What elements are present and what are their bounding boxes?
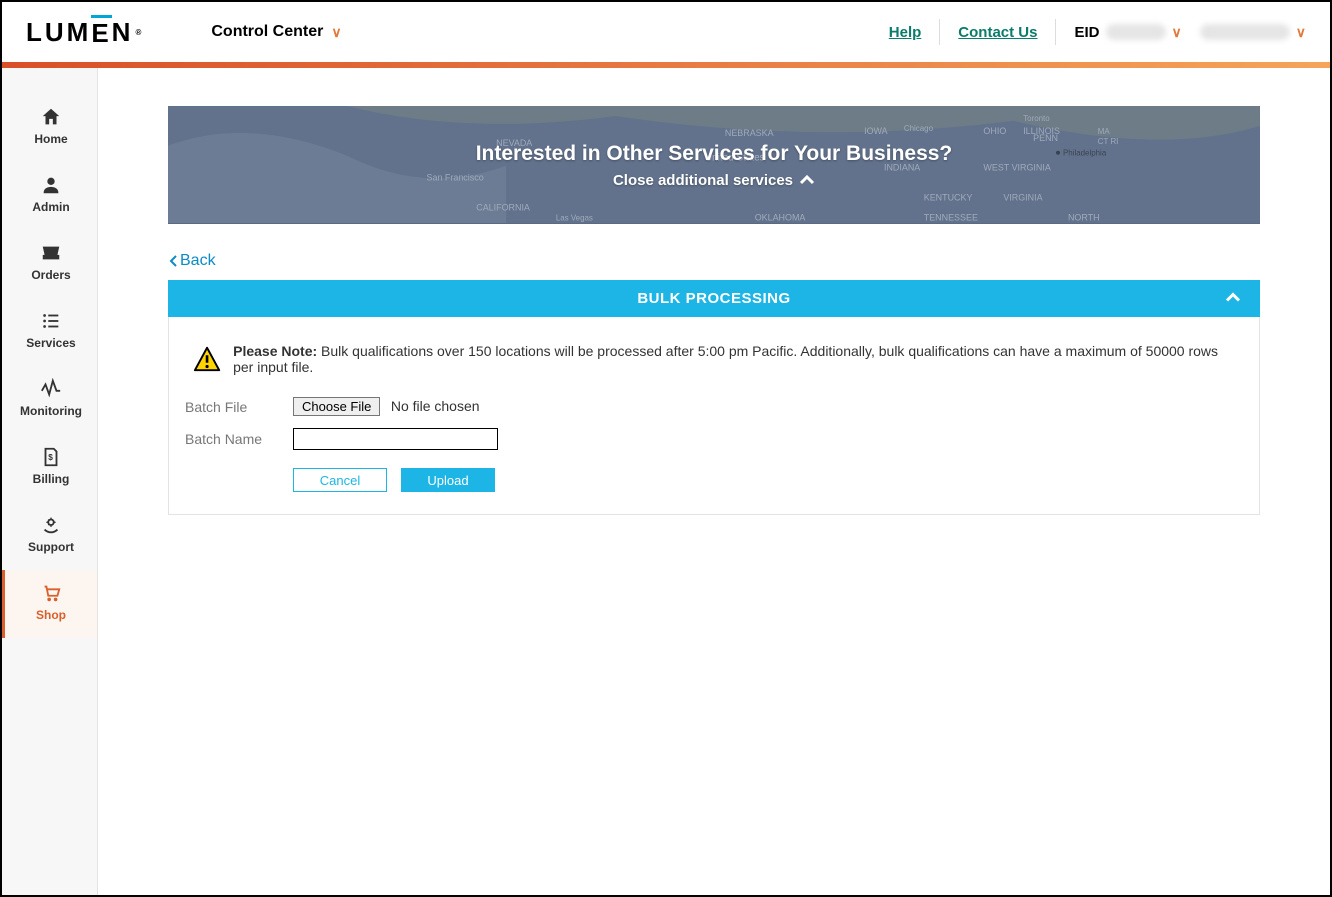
user-dropdown[interactable]: ∨ — [1200, 24, 1306, 41]
svg-text:Toronto: Toronto — [1023, 114, 1050, 123]
batch-file-row: Batch File Choose File No file chosen — [185, 391, 1243, 422]
svg-text:NORTH: NORTH — [1068, 212, 1100, 222]
content: NEVADA NEBRASKA IOWA United States San F… — [98, 68, 1330, 515]
sidebar: Home Admin Orders Services Monitoring $ … — [2, 68, 98, 895]
svg-text:ILLINOIS: ILLINOIS — [1023, 126, 1060, 136]
divider — [1055, 19, 1056, 45]
svg-text:NEBRASKA: NEBRASKA — [725, 128, 774, 138]
svg-text:San Francisco: San Francisco — [427, 173, 484, 183]
sidebar-item-billing[interactable]: $ Billing — [2, 434, 97, 502]
sidebar-item-shop[interactable]: Shop — [2, 570, 97, 638]
banner-title: Interested in Other Services for Your Bu… — [476, 142, 953, 166]
svg-text:IOWA: IOWA — [864, 126, 888, 136]
svg-text:KENTUCKY: KENTUCKY — [924, 192, 973, 202]
eid-label: EID — [1074, 24, 1099, 41]
cancel-button[interactable]: Cancel — [293, 468, 387, 492]
panel-header: BULK PROCESSING — [168, 280, 1260, 317]
batch-name-label: Batch Name — [185, 431, 265, 447]
logo: LUMEN® — [26, 15, 141, 49]
svg-text:Chicago: Chicago — [904, 124, 934, 133]
header-right: Help Contact Us EID ∨ ∨ — [889, 19, 1306, 45]
svg-text:VIRGINIA: VIRGINIA — [1003, 192, 1042, 202]
panel-body: Please Note: Bulk qualifications over 15… — [168, 317, 1260, 515]
list-icon — [40, 310, 62, 332]
invoice-icon: $ — [40, 446, 62, 468]
sidebar-item-admin[interactable]: Admin — [2, 162, 97, 230]
svg-text:Philadelphia: Philadelphia — [1063, 149, 1107, 158]
chevron-up-icon — [1224, 291, 1242, 303]
panel-title: BULK PROCESSING — [637, 290, 790, 307]
button-row: Cancel Upload — [293, 468, 1243, 492]
main: NEVADA NEBRASKA IOWA United States San F… — [98, 68, 1330, 895]
note-body: Bulk qualifications over 150 locations w… — [233, 343, 1218, 375]
gear-hands-icon — [40, 514, 62, 536]
chevron-down-icon: ∨ — [331, 24, 341, 41]
divider — [939, 19, 940, 45]
file-input-wrapper: Choose File No file chosen — [293, 397, 480, 416]
sidebar-item-label: Monitoring — [20, 404, 82, 418]
header: LUMEN® Control Center ∨ Help Contact Us … — [2, 2, 1330, 62]
chevron-down-icon: ∨ — [1296, 24, 1306, 41]
svg-text:$: $ — [48, 453, 53, 462]
batch-name-row: Batch Name — [185, 422, 1243, 456]
note: Please Note: Bulk qualifications over 15… — [185, 337, 1243, 391]
svg-text:TENNESSEE: TENNESSEE — [924, 212, 978, 222]
batch-file-label: Batch File — [185, 399, 265, 415]
chevron-left-icon — [168, 254, 178, 268]
batch-name-input[interactable] — [293, 428, 498, 450]
banner-close-toggle[interactable]: Close additional services — [613, 172, 815, 189]
back-link[interactable]: Back — [168, 252, 216, 270]
panel-collapse-toggle[interactable] — [1224, 290, 1242, 307]
banner: NEVADA NEBRASKA IOWA United States San F… — [168, 106, 1260, 224]
sidebar-item-label: Shop — [36, 608, 66, 622]
svg-text:OHIO: OHIO — [983, 126, 1006, 136]
warning-icon — [193, 345, 221, 373]
control-center-dropdown[interactable]: Control Center ∨ — [211, 23, 341, 41]
choose-file-button[interactable]: Choose File — [293, 397, 380, 416]
svg-text:Las Vegas: Las Vegas — [556, 213, 593, 222]
sidebar-item-label: Home — [34, 132, 67, 146]
svg-text:WEST VIRGINIA: WEST VIRGINIA — [983, 163, 1050, 173]
sidebar-item-label: Support — [28, 540, 74, 554]
cart-icon — [40, 582, 62, 604]
sidebar-item-label: Admin — [32, 200, 69, 214]
contact-link[interactable]: Contact Us — [958, 24, 1037, 41]
svg-text:OKLAHOMA: OKLAHOMA — [755, 212, 806, 222]
sidebar-item-label: Billing — [33, 472, 70, 486]
control-center-label: Control Center — [211, 23, 323, 41]
sidebar-item-label: Services — [26, 336, 75, 350]
svg-text:CT RI: CT RI — [1098, 137, 1119, 146]
upload-button[interactable]: Upload — [401, 468, 495, 492]
layout: Home Admin Orders Services Monitoring $ … — [2, 68, 1330, 895]
help-link[interactable]: Help — [889, 24, 922, 41]
sidebar-item-services[interactable]: Services — [2, 298, 97, 366]
chevron-down-icon: ∨ — [1172, 24, 1182, 41]
chevron-up-icon — [799, 174, 815, 186]
sidebar-item-support[interactable]: Support — [2, 502, 97, 570]
eid-dropdown[interactable]: EID ∨ — [1074, 24, 1181, 41]
activity-icon — [40, 378, 62, 400]
banner-close-label: Close additional services — [613, 172, 793, 189]
file-status: No file chosen — [391, 398, 480, 414]
user-name-redacted — [1200, 24, 1290, 40]
sidebar-item-label: Orders — [31, 268, 70, 282]
inbox-icon — [40, 242, 62, 264]
user-icon — [40, 174, 62, 196]
back-label: Back — [180, 252, 216, 270]
home-icon — [40, 106, 62, 128]
sidebar-item-home[interactable]: Home — [2, 94, 97, 162]
eid-value-redacted — [1106, 24, 1166, 40]
sidebar-item-orders[interactable]: Orders — [2, 230, 97, 298]
sidebar-item-monitoring[interactable]: Monitoring — [2, 366, 97, 434]
note-label: Please Note: — [233, 343, 317, 359]
svg-text:MA: MA — [1098, 127, 1111, 136]
note-text: Please Note: Bulk qualifications over 15… — [233, 343, 1235, 375]
svg-text:CALIFORNIA: CALIFORNIA — [476, 202, 530, 212]
